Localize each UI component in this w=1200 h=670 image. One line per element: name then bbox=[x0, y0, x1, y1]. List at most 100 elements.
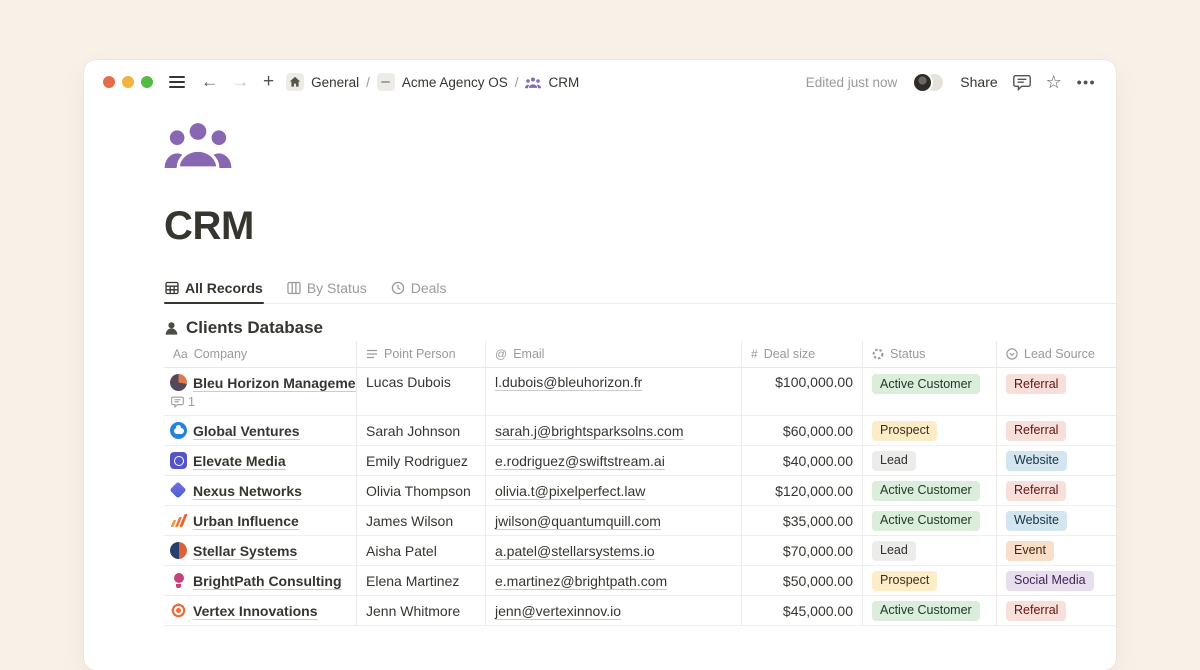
cell-point-person[interactable]: Olivia Thompson bbox=[356, 476, 485, 506]
breadcrumb-item-crm[interactable]: CRM bbox=[525, 75, 579, 90]
minimize-window-button[interactable] bbox=[122, 76, 134, 88]
company-name-link[interactable]: BrightPath Consulting bbox=[193, 573, 342, 589]
cell-email[interactable]: e.martinez@brightpath.com bbox=[485, 566, 741, 596]
company-name-link[interactable]: Vertex Innovations bbox=[193, 603, 317, 619]
company-name-link[interactable]: Elevate Media bbox=[193, 453, 286, 469]
email-link[interactable]: e.rodriguez@swiftstream.ai bbox=[495, 453, 665, 469]
company-name-link[interactable]: Urban Influence bbox=[193, 513, 299, 529]
cell-status[interactable]: Prospect bbox=[862, 566, 996, 596]
cell-company[interactable]: Elevate Media bbox=[164, 446, 356, 476]
cell-deal-size[interactable]: $50,000.00 bbox=[741, 566, 862, 596]
cell-email[interactable]: olivia.t@pixelperfect.law bbox=[485, 476, 741, 506]
email-link[interactable]: l.dubois@bleuhorizon.fr bbox=[495, 374, 642, 390]
email-link[interactable]: sarah.j@brightsparksolns.com bbox=[495, 423, 684, 439]
cell-deal-size[interactable]: $70,000.00 bbox=[741, 536, 862, 566]
cell-deal-size[interactable]: $35,000.00 bbox=[741, 506, 862, 536]
tab-by-status[interactable]: By Status bbox=[286, 280, 368, 303]
cell-deal-size[interactable]: $45,000.00 bbox=[741, 596, 862, 626]
cell-company[interactable]: Urban Influence bbox=[164, 506, 356, 536]
cell-email[interactable]: a.patel@stellarsystems.io bbox=[485, 536, 741, 566]
cell-deal-size[interactable]: $100,000.00 bbox=[741, 368, 862, 416]
cell-lead-source[interactable]: Referral bbox=[996, 476, 1116, 506]
company-name-link[interactable]: Stellar Systems bbox=[193, 543, 297, 559]
cell-lead-source[interactable]: Referral bbox=[996, 416, 1116, 446]
cell-lead-source[interactable]: Event bbox=[996, 536, 1116, 566]
cell-email[interactable]: sarah.j@brightsparksolns.com bbox=[485, 416, 741, 446]
share-button[interactable]: Share bbox=[960, 74, 997, 90]
column-header-point-person[interactable]: Point Person bbox=[356, 341, 485, 368]
cell-lead-source[interactable]: Website bbox=[996, 446, 1116, 476]
cell-status[interactable]: Active Customer bbox=[862, 368, 996, 416]
cell-status[interactable]: Active Customer bbox=[862, 506, 996, 536]
cell-company[interactable]: Vertex Innovations bbox=[164, 596, 356, 626]
cell-lead-source[interactable]: Website bbox=[996, 506, 1116, 536]
column-header-status[interactable]: Status bbox=[862, 341, 996, 368]
email-link[interactable]: e.martinez@brightpath.com bbox=[495, 573, 667, 589]
traffic-lights bbox=[103, 76, 153, 88]
badge-green: Active Customer bbox=[872, 601, 980, 621]
forward-arrow-icon[interactable]: → bbox=[232, 72, 249, 92]
topbar-actions: Edited just now Share ☆ ••• bbox=[806, 72, 1096, 93]
new-page-plus-icon[interactable]: + bbox=[263, 71, 274, 93]
zoom-window-button[interactable] bbox=[141, 76, 153, 88]
badge-red: Referral bbox=[1006, 481, 1066, 501]
company-name-link[interactable]: Bleu Horizon Management bbox=[193, 375, 356, 391]
cell-email[interactable]: e.rodriguez@swiftstream.ai bbox=[485, 446, 741, 476]
company-name-link[interactable]: Nexus Networks bbox=[193, 483, 302, 499]
page-people-icon[interactable] bbox=[164, 120, 1116, 168]
close-window-button[interactable] bbox=[103, 76, 115, 88]
cell-deal-size[interactable]: $60,000.00 bbox=[741, 416, 862, 446]
database-title-text[interactable]: Clients Database bbox=[186, 318, 323, 338]
column-header-company[interactable]: AaCompany bbox=[164, 341, 356, 368]
breadcrumb-item-general[interactable]: General bbox=[286, 73, 359, 91]
cell-company[interactable]: Bleu Horizon Management 1 bbox=[164, 368, 356, 416]
page-content: CRM All Records By Status bbox=[164, 120, 1116, 626]
collaborator-avatars[interactable] bbox=[912, 72, 945, 93]
cell-deal-size[interactable]: $40,000.00 bbox=[741, 446, 862, 476]
email-link[interactable]: a.patel@stellarsystems.io bbox=[495, 543, 655, 559]
cell-lead-source[interactable]: Referral bbox=[996, 596, 1116, 626]
cell-company[interactable]: Stellar Systems bbox=[164, 536, 356, 566]
cell-status[interactable]: Prospect bbox=[862, 416, 996, 446]
cell-company[interactable]: Nexus Networks bbox=[164, 476, 356, 506]
cell-point-person[interactable]: Lucas Dubois bbox=[356, 368, 485, 416]
column-header-email[interactable]: @Email bbox=[485, 341, 741, 368]
cell-point-person[interactable]: Emily Rodriguez bbox=[356, 446, 485, 476]
cell-deal-size[interactable]: $120,000.00 bbox=[741, 476, 862, 506]
favorite-star-icon[interactable]: ☆ bbox=[1046, 73, 1062, 91]
email-link[interactable]: olivia.t@pixelperfect.law bbox=[495, 483, 645, 499]
page-icon bbox=[377, 73, 395, 91]
badge-purple: Social Media bbox=[1006, 571, 1094, 591]
company-name-link[interactable]: Global Ventures bbox=[193, 423, 300, 439]
tab-all-records[interactable]: All Records bbox=[164, 280, 264, 303]
cell-lead-source[interactable]: Social Media bbox=[996, 566, 1116, 596]
cell-status[interactable]: Active Customer bbox=[862, 596, 996, 626]
cell-company[interactable]: BrightPath Consulting bbox=[164, 566, 356, 596]
email-link[interactable]: jenn@vertexinnov.io bbox=[495, 603, 621, 619]
comments-icon[interactable] bbox=[1013, 74, 1031, 91]
cell-email[interactable]: l.dubois@bleuhorizon.fr bbox=[485, 368, 741, 416]
clients-table: AaCompanyPoint Person@Email#Deal sizeSta… bbox=[164, 341, 1116, 626]
page-title[interactable]: CRM bbox=[164, 204, 1116, 249]
cell-status[interactable]: Active Customer bbox=[862, 476, 996, 506]
cell-email[interactable]: jenn@vertexinnov.io bbox=[485, 596, 741, 626]
tab-deals[interactable]: Deals bbox=[390, 280, 448, 303]
comment-count[interactable]: 1 bbox=[170, 395, 195, 409]
email-link[interactable]: jwilson@quantumquill.com bbox=[495, 513, 661, 529]
cell-point-person[interactable]: Sarah Johnson bbox=[356, 416, 485, 446]
column-header-lead-source[interactable]: Lead Source bbox=[996, 341, 1116, 368]
cell-email[interactable]: jwilson@quantumquill.com bbox=[485, 506, 741, 536]
cell-status[interactable]: Lead bbox=[862, 446, 996, 476]
sidebar-menu-icon[interactable] bbox=[169, 76, 185, 88]
cell-company[interactable]: Global Ventures bbox=[164, 416, 356, 446]
breadcrumb-item-acme-agency-os[interactable]: Acme Agency OS bbox=[377, 73, 508, 91]
cell-status[interactable]: Lead bbox=[862, 536, 996, 566]
back-arrow-icon[interactable]: ← bbox=[201, 72, 218, 92]
more-options-icon[interactable]: ••• bbox=[1077, 74, 1096, 90]
cell-point-person[interactable]: Elena Martinez bbox=[356, 566, 485, 596]
column-header-deal-size[interactable]: #Deal size bbox=[741, 341, 862, 368]
cell-lead-source[interactable]: Referral bbox=[996, 368, 1116, 416]
cell-point-person[interactable]: James Wilson bbox=[356, 506, 485, 536]
cell-point-person[interactable]: Jenn Whitmore bbox=[356, 596, 485, 626]
cell-point-person[interactable]: Aisha Patel bbox=[356, 536, 485, 566]
